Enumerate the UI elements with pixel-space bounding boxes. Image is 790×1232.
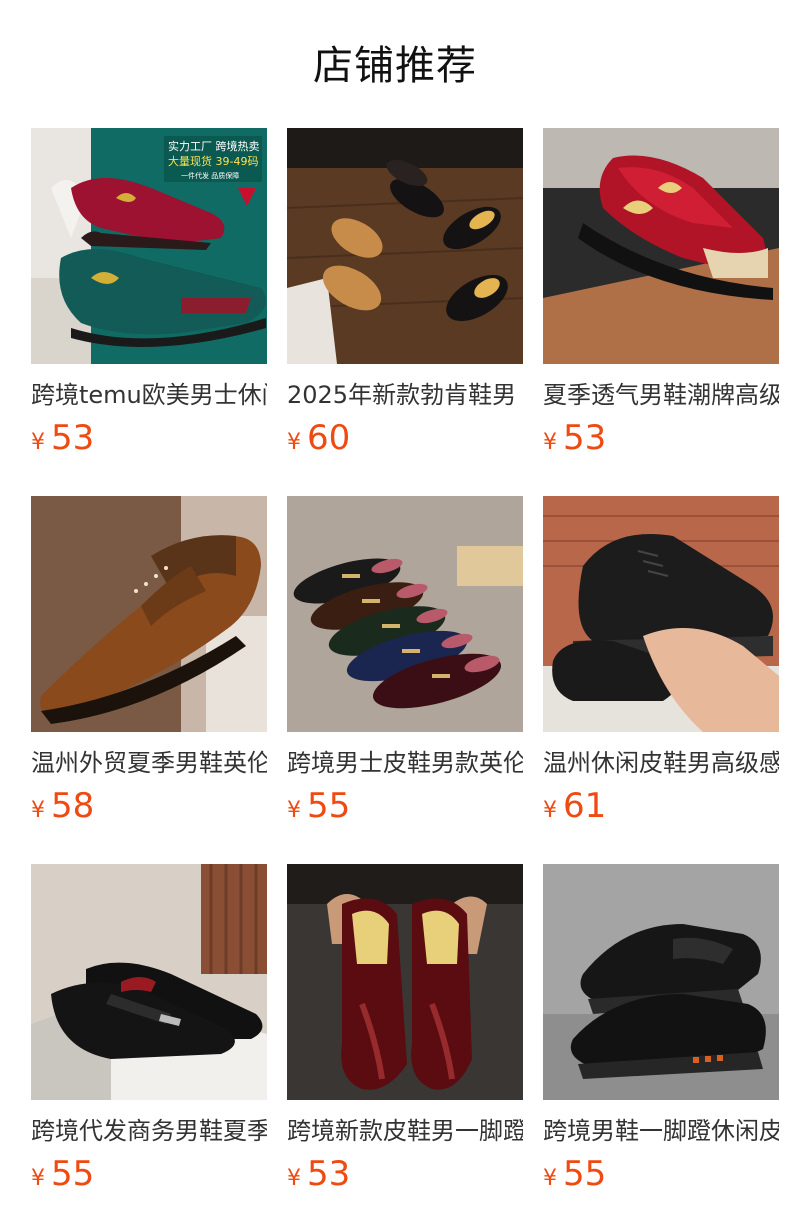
svg-text:大量现货 39-49码: 大量现货 39-49码 [168, 154, 258, 168]
price-value: 61 [563, 786, 607, 826]
product-title[interactable]: 跨境temu欧美男士休闲皮鞋 [31, 378, 267, 412]
product-image[interactable] [287, 128, 523, 364]
product-price: ¥55 [31, 1152, 267, 1196]
product-title[interactable]: 夏季透气男鞋潮牌高级感 [543, 378, 779, 412]
product-title[interactable]: 2025年新款勃肯鞋男 [287, 378, 523, 412]
section-title: 店铺推荐 [313, 43, 477, 89]
velvet-slipper-icon [543, 128, 779, 364]
product-price: ¥55 [287, 784, 523, 828]
product-price: ¥58 [31, 784, 267, 828]
product-image[interactable] [31, 864, 267, 1100]
slip-on-leather-shoe-icon [543, 864, 779, 1100]
price-value: 53 [563, 418, 607, 458]
price-value: 58 [51, 786, 95, 826]
product-card[interactable]: 跨境新款皮鞋男一脚蹬 ¥53 [287, 864, 523, 1200]
product-title[interactable]: 温州外贸夏季男鞋英伦风 [31, 746, 267, 780]
leather-lace-up-shoe-icon [543, 496, 779, 732]
product-card[interactable]: 跨境男士皮鞋男款英伦风 ¥55 [287, 496, 523, 832]
currency-symbol: ¥ [543, 430, 557, 455]
currency-symbol: ¥ [287, 1166, 301, 1191]
product-title[interactable]: 跨境男鞋一脚蹬休闲皮鞋 [543, 1114, 779, 1148]
price-value: 55 [307, 786, 351, 826]
product-image[interactable] [31, 496, 267, 732]
product-price: ¥53 [543, 416, 779, 460]
price-value: 53 [307, 1154, 351, 1194]
product-card[interactable]: 实力工厂 跨境热卖 大量现货 39-49码 一件代发 品质保障 跨境temu欧美… [31, 128, 267, 464]
penny-loafer-icon [31, 864, 267, 1100]
brogue-shoe-icon [31, 496, 267, 732]
product-grid: 实力工厂 跨境热卖 大量现货 39-49码 一件代发 品质保障 跨境temu欧美… [31, 128, 779, 1200]
product-card[interactable]: 跨境男鞋一脚蹬休闲皮鞋 ¥55 [543, 864, 779, 1200]
product-title[interactable]: 温州休闲皮鞋男高级感 [543, 746, 779, 780]
store-recommendation-page: 店铺推荐 实力工厂 跨境热卖 大量现货 39-49码 一件代发 品质保障 跨境t… [0, 0, 790, 1232]
product-image[interactable] [287, 864, 523, 1100]
svg-text:实力工厂 跨境热卖: 实力工厂 跨境热卖 [168, 139, 260, 153]
product-price: ¥53 [287, 1152, 523, 1196]
currency-symbol: ¥ [543, 1166, 557, 1191]
currency-symbol: ¥ [31, 798, 45, 823]
price-value: 55 [51, 1154, 95, 1194]
currency-symbol: ¥ [31, 430, 45, 455]
currency-symbol: ¥ [287, 430, 301, 455]
product-price: ¥60 [287, 416, 523, 460]
product-price: ¥53 [31, 416, 267, 460]
product-title[interactable]: 跨境新款皮鞋男一脚蹬 [287, 1114, 523, 1148]
product-image[interactable] [543, 128, 779, 364]
product-image[interactable] [287, 496, 523, 732]
horsebit-loafer-icon [287, 496, 523, 732]
product-card[interactable]: 2025年新款勃肯鞋男 ¥60 [287, 128, 523, 464]
product-price: ¥61 [543, 784, 779, 828]
product-price: ¥55 [543, 1152, 779, 1196]
price-value: 53 [51, 418, 95, 458]
price-value: 60 [307, 418, 351, 458]
product-card[interactable]: 夏季透气男鞋潮牌高级感 ¥53 [543, 128, 779, 464]
mule-slipper-icon [287, 128, 523, 364]
product-image[interactable]: 实力工厂 跨境热卖 大量现货 39-49码 一件代发 品质保障 [31, 128, 267, 364]
product-image[interactable] [543, 496, 779, 732]
product-image[interactable] [543, 864, 779, 1100]
product-title[interactable]: 跨境男士皮鞋男款英伦风 [287, 746, 523, 780]
currency-symbol: ¥ [543, 798, 557, 823]
velvet-loafer-shoe-icon: 实力工厂 跨境热卖 大量现货 39-49码 一件代发 品质保障 [31, 128, 267, 364]
patent-loafer-icon [287, 864, 523, 1100]
product-card[interactable]: 温州外贸夏季男鞋英伦风 ¥58 [31, 496, 267, 832]
price-value: 55 [563, 1154, 607, 1194]
svg-text:一件代发 品质保障: 一件代发 品质保障 [181, 171, 239, 180]
currency-symbol: ¥ [287, 798, 301, 823]
product-title[interactable]: 跨境代发商务男鞋夏季 [31, 1114, 267, 1148]
currency-symbol: ¥ [31, 1166, 45, 1191]
product-card[interactable]: 温州休闲皮鞋男高级感 ¥61 [543, 496, 779, 832]
product-card[interactable]: 跨境代发商务男鞋夏季 ¥55 [31, 864, 267, 1200]
